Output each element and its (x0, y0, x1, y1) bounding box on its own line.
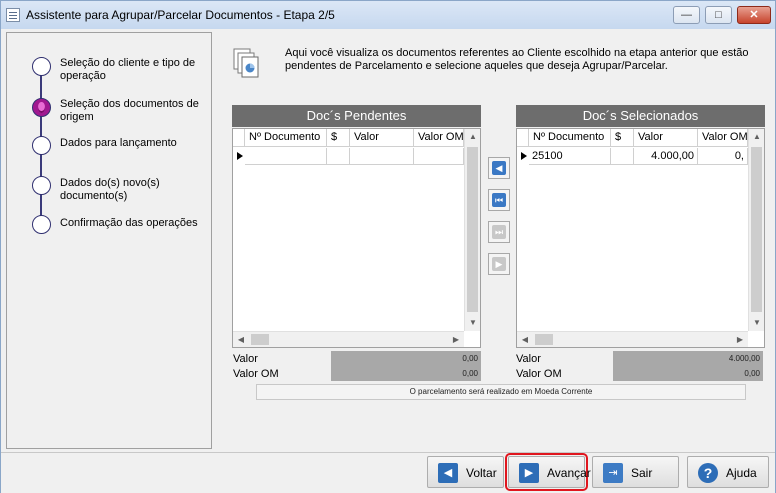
pending-row-moeda[interactable] (327, 148, 350, 165)
title-bar[interactable]: Assistente para Agrupar/Parcelar Documen… (1, 1, 775, 29)
pending-col-valor[interactable]: Valor (350, 129, 414, 147)
steps-panel: Seleção do cliente e tipo de operação Se… (6, 32, 212, 449)
pending-col-documento[interactable]: Nº Documento (245, 129, 327, 147)
scroll-up-arrow-icon[interactable]: ▲ (749, 129, 765, 145)
selected-vertical-scrollbar[interactable]: ▲ ▼ (748, 129, 764, 331)
help-question-icon: ? (698, 463, 718, 483)
pending-total-om-value: 0,00 (331, 366, 481, 381)
step-1-label: Seleção do cliente e tipo de operação (60, 57, 196, 82)
maximize-button[interactable]: □ (705, 6, 732, 24)
pending-col-valor-om[interactable]: Valor OM (414, 129, 464, 147)
pending-row-valor-om[interactable] (414, 148, 464, 165)
selected-row-valor[interactable]: 4.000,00 (634, 148, 698, 165)
pending-indicator-column (233, 129, 245, 147)
next-arrow-icon: ▶ (519, 463, 539, 483)
selected-row-valor-om[interactable]: 0, (698, 148, 748, 165)
selected-vscroll-thumb[interactable] (751, 147, 762, 312)
pending-hscroll-thumb[interactable] (251, 334, 269, 345)
move-selected-right-button[interactable]: ▶ (488, 253, 510, 275)
current-row-indicator-icon (237, 152, 243, 160)
selected-col-moeda[interactable]: $ (611, 129, 634, 147)
scroll-down-arrow-icon[interactable]: ▼ (749, 315, 765, 331)
step-3-indicator-icon (32, 136, 51, 155)
next-button[interactable]: ▶ Avançar (505, 453, 591, 491)
selected-total-value: 4.000,00 (613, 351, 763, 366)
selected-hscroll-thumb[interactable] (535, 334, 553, 345)
selected-col-valor[interactable]: Valor (634, 129, 698, 147)
pending-row-valor[interactable] (350, 148, 414, 165)
selected-row-documento[interactable]: 25100 (529, 148, 611, 165)
selected-col-valor-om[interactable]: Valor OM (698, 129, 748, 147)
selected-horizontal-scrollbar[interactable]: ◀ ▶ (517, 331, 748, 347)
pending-horizontal-scrollbar[interactable]: ◀ ▶ (233, 331, 464, 347)
step-5-indicator-icon (32, 215, 51, 234)
current-row-indicator-icon (521, 152, 527, 160)
pending-docs-header: Doc´s Pendentes (232, 105, 481, 127)
scroll-up-arrow-icon[interactable]: ▲ (465, 129, 481, 145)
back-button[interactable]: ◀ Voltar (427, 456, 504, 488)
selected-total-om-label: Valor OM (516, 368, 562, 380)
pending-total-om-label: Valor OM (233, 368, 279, 380)
step-2-label: Seleção dos documentos de origem (60, 98, 199, 123)
currency-notice: O parcelamento será realizado em Moeda C… (256, 384, 746, 400)
selected-total-om-value: 0,00 (613, 366, 763, 381)
wizard-window: Assistente para Agrupar/Parcelar Documen… (0, 0, 776, 493)
pending-docs-grid[interactable]: Nº Documento $ Valor Valor OM ▲ ▼ ◀ ▶ (232, 128, 481, 348)
pending-vscroll-thumb[interactable] (467, 147, 478, 312)
documents-icon (233, 48, 259, 78)
selected-col-documento[interactable]: Nº Documento (529, 129, 611, 147)
pending-total-value: 0,00 (331, 351, 481, 366)
selected-docs-header: Doc´s Selecionados (516, 105, 765, 127)
step-2-current-indicator-icon (32, 98, 51, 117)
pending-total-label: Valor (233, 353, 258, 365)
window-title: Assistente para Agrupar/Parcelar Documen… (26, 8, 335, 22)
exit-door-icon: ⇥ (603, 463, 623, 483)
move-all-left-button[interactable]: ⏮ (488, 189, 510, 211)
pending-vertical-scrollbar[interactable]: ▲ ▼ (464, 129, 480, 331)
move-selected-left-button[interactable]: ◀ (488, 157, 510, 179)
selected-docs-grid[interactable]: Nº Documento $ Valor Valor OM 25100 4.00… (516, 128, 765, 348)
scroll-left-arrow-icon[interactable]: ◀ (517, 332, 533, 348)
pending-col-moeda[interactable]: $ (327, 129, 350, 147)
back-arrow-icon: ◀ (438, 463, 458, 483)
instructions-text: Aqui você visualiza os documentos refere… (285, 47, 749, 72)
scroll-right-arrow-icon[interactable]: ▶ (448, 332, 464, 348)
selected-total-label: Valor (516, 353, 541, 365)
minimize-button[interactable]: — (673, 6, 700, 24)
scroll-left-arrow-icon[interactable]: ◀ (233, 332, 249, 348)
exit-button[interactable]: ⇥ Sair (592, 456, 679, 488)
step-1-indicator-icon (32, 57, 51, 76)
scroll-down-arrow-icon[interactable]: ▼ (465, 315, 481, 331)
move-all-right-button[interactable]: ⏭ (488, 221, 510, 243)
pending-row-documento[interactable] (245, 148, 327, 165)
step-5-label: Confirmação das operações (60, 217, 198, 229)
step-4-indicator-icon (32, 176, 51, 195)
help-button[interactable]: ? Ajuda (687, 456, 769, 488)
step-3-label: Dados para lançamento (60, 137, 177, 149)
selected-row-moeda[interactable] (611, 148, 634, 165)
step-4-label: Dados do(s) novo(s) documento(s) (60, 177, 160, 202)
scroll-right-arrow-icon[interactable]: ▶ (732, 332, 748, 348)
app-icon (6, 8, 20, 22)
selected-indicator-column (517, 129, 529, 147)
close-button[interactable]: ✕ (737, 6, 771, 24)
